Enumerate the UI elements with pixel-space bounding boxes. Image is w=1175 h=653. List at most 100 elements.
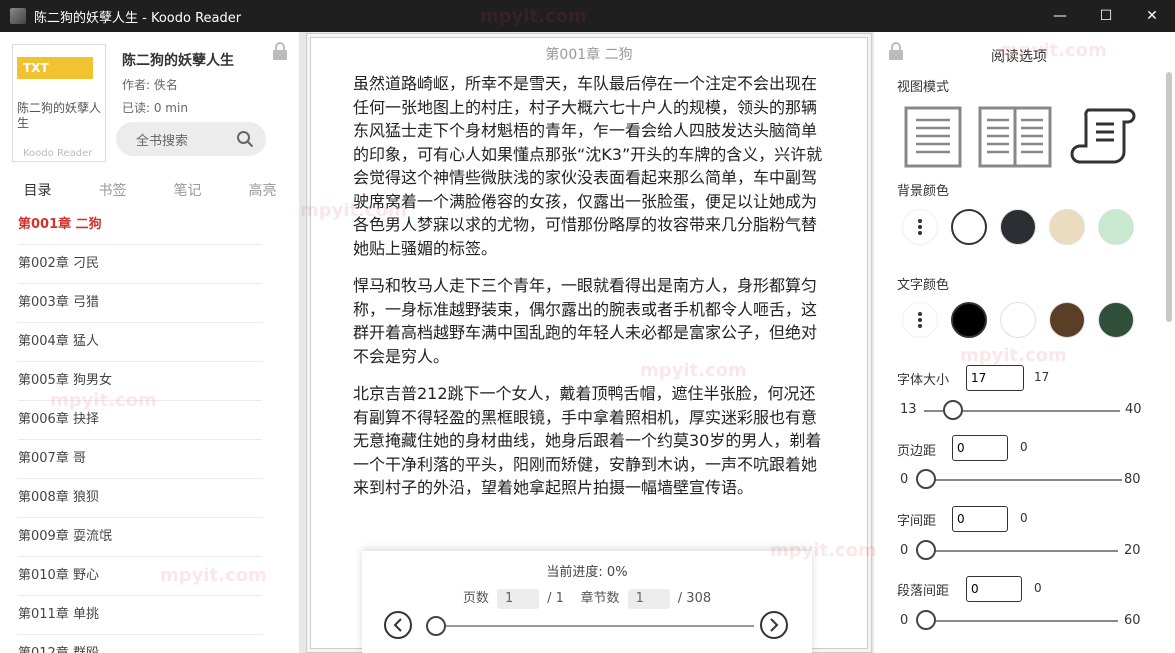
settings-title: 阅读选项 <box>991 49 1047 65</box>
text-color-swatch[interactable] <box>1000 302 1036 338</box>
view-mode-label: 视图模式 <box>897 80 950 95</box>
text-color-options <box>902 302 1147 338</box>
chapter-item[interactable]: 第008章 狼狈 <box>18 479 262 518</box>
lock-icon[interactable] <box>272 42 288 60</box>
book-title: 陈二狗的妖孽人生 <box>122 53 234 69</box>
bg-color-label: 背景颜色 <box>897 184 950 199</box>
close-button[interactable]: ✕ <box>1129 0 1175 32</box>
cover-format-tag: TXT <box>17 57 93 79</box>
search-placeholder: 全书搜索 <box>136 133 189 149</box>
bg-color-swatch[interactable] <box>1049 209 1085 245</box>
chapter-item[interactable]: 第010章 野心 <box>18 557 262 596</box>
book-search-input[interactable]: 全书搜索 <box>116 122 266 156</box>
chapter-item[interactable]: 第006章 抉择 <box>18 401 262 440</box>
tab-contents[interactable]: 目录 <box>0 178 75 204</box>
bg-color-swatch[interactable] <box>1000 209 1036 245</box>
app-icon <box>10 8 26 24</box>
paragraph-spacing-max: 60 <box>1124 613 1141 628</box>
window-titlebar: 陈二狗的妖孽人生 - Koodo Reader — ☐ ✕ <box>0 0 1175 32</box>
chapter-item[interactable]: 第004章 猛人 <box>18 323 262 362</box>
search-icon[interactable] <box>236 130 254 148</box>
navigation-sidebar: TXT 陈二狗的妖孽人生 Koodo Reader 陈二狗的妖孽人生 作者: 佚… <box>0 32 300 653</box>
chapter-item[interactable]: 第001章 二狗 <box>18 206 262 245</box>
scroll-mode-icon[interactable] <box>1070 106 1136 168</box>
paragraph-spacing-min: 0 <box>900 613 909 628</box>
letter-spacing-min: 0 <box>900 543 909 558</box>
bg-color-options <box>902 209 1147 245</box>
book-meta: 陈二狗的妖孽人生 作者: 佚名 已读: 0 min <box>122 50 234 116</box>
font-size-label: 字体大小 <box>897 373 950 388</box>
chapter-item[interactable]: 第009章 耍流氓 <box>18 518 262 557</box>
paragraph: 北京吉普212跳下一个女人，戴着顶鸭舌帽，遮住半张脸，何况还有副算不得轻盈的黑框… <box>353 384 822 497</box>
tab-notes[interactable]: 笔记 <box>150 178 225 204</box>
text-color-swatch[interactable] <box>1049 302 1085 338</box>
settings-scrollbar[interactable] <box>1166 72 1172 322</box>
font-size-min: 13 <box>900 402 917 417</box>
letter-spacing-max: 20 <box>1124 543 1141 558</box>
tab-bookmarks[interactable]: 书签 <box>75 178 150 204</box>
chapter-list: 第001章 二狗 第002章 刁民 第003章 弓猎 第004章 猛人 第005… <box>0 206 299 653</box>
chapter-item[interactable]: 第011章 单挑 <box>18 596 262 635</box>
margin-track[interactable] <box>926 479 1122 481</box>
chapter-item[interactable]: 第005章 狗男女 <box>18 362 262 401</box>
page-total: / 1 <box>547 591 564 606</box>
margin-label: 页边距 <box>897 444 937 459</box>
window-controls: — ☐ ✕ <box>1037 0 1175 32</box>
progress-track[interactable] <box>434 625 754 627</box>
chapter-input[interactable]: 1 <box>627 589 670 609</box>
chapter-label: 章节数 <box>580 591 620 606</box>
paragraph: 悍马和牧马人走下三个青年，一眼就看得出是南方人，身形都算匀称，一身标准越野装束，… <box>353 276 818 366</box>
letter-spacing-slider-thumb[interactable] <box>916 540 936 560</box>
font-size-input[interactable]: 17 <box>966 365 1024 391</box>
chapter-item[interactable]: 第002章 刁民 <box>18 245 262 284</box>
prev-chapter-button[interactable] <box>384 611 412 639</box>
reader-area: 第001章 二狗 虽然道路崎岖，所幸不是雪天，车队最后停在一个注定不会出现在任何… <box>300 32 874 653</box>
page-input[interactable]: 1 <box>497 589 540 609</box>
paragraph: 虽然道路崎岖，所幸不是雪天，车队最后停在一个注定不会出现在任何一张地图上的村庄，… <box>353 74 823 258</box>
chapter-item[interactable]: 第003章 弓猎 <box>18 284 262 323</box>
progress-panel: 当前进度: 0% 页数 1 / 1 章节数 1 / 308 <box>362 551 812 653</box>
bg-color-swatch[interactable] <box>951 209 987 245</box>
progress-numbers: 页数 1 / 1 章节数 1 / 308 <box>362 587 812 609</box>
paragraph-spacing-value: 0 <box>1034 581 1042 595</box>
more-colors-icon[interactable] <box>902 302 938 338</box>
cover-brand: Koodo Reader <box>23 148 93 159</box>
book-cover: TXT 陈二狗的妖孽人生 Koodo Reader <box>12 44 106 162</box>
chapter-item[interactable]: 第012章 群殴 <box>18 635 262 653</box>
window-title: 陈二狗的妖孽人生 - Koodo Reader <box>34 10 242 26</box>
margin-max: 80 <box>1124 472 1141 487</box>
single-page-mode-icon[interactable] <box>904 106 962 168</box>
bg-color-swatch[interactable] <box>1098 209 1134 245</box>
margin-input[interactable]: 0 <box>952 435 1008 461</box>
cover-title: 陈二狗的妖孽人生 <box>17 101 102 130</box>
more-colors-icon[interactable] <box>902 209 938 245</box>
text-color-swatch[interactable] <box>951 302 987 338</box>
letter-spacing-label: 字间距 <box>897 514 937 529</box>
chapter-header: 第001章 二狗 <box>545 47 633 63</box>
letter-spacing-track[interactable] <box>926 550 1118 552</box>
font-size-slider-thumb[interactable] <box>943 400 964 420</box>
next-chapter-button[interactable] <box>760 611 788 639</box>
font-size-value: 17 <box>1034 370 1050 384</box>
letter-spacing-value: 0 <box>1020 511 1028 525</box>
chevron-right-icon <box>770 618 779 632</box>
read-time: 已读: 0 min <box>122 101 188 115</box>
text-color-swatch[interactable] <box>1098 302 1134 338</box>
margin-slider-thumb[interactable] <box>916 469 936 489</box>
paragraph-spacing-input[interactable]: 0 <box>966 576 1022 602</box>
tab-highlights[interactable]: 高亮 <box>225 178 299 204</box>
maximize-button[interactable]: ☐ <box>1083 0 1129 32</box>
paragraph-spacing-track[interactable] <box>926 620 1118 622</box>
double-page-mode-icon[interactable] <box>978 106 1052 168</box>
minimize-button[interactable]: — <box>1037 0 1083 32</box>
page-content: 虽然道路崎岖，所幸不是雪天，车队最后停在一个注定不会出现在任何一张地图上的村庄，… <box>353 72 825 514</box>
chapter-item[interactable]: 第007章 哥 <box>18 440 262 479</box>
progress-status: 当前进度: 0% <box>546 565 628 580</box>
letter-spacing-input[interactable]: 0 <box>952 506 1008 532</box>
reading-settings-panel: 阅读选项 视图模式 背景颜色 文字颜色 字体大小 17 17 13 40 页边距… <box>874 32 1175 653</box>
paragraph-spacing-slider-thumb[interactable] <box>916 610 936 630</box>
book-author: 作者: 佚名 <box>122 78 178 92</box>
page-label: 页数 <box>462 591 489 606</box>
margin-value: 0 <box>1020 440 1028 454</box>
progress-slider-thumb[interactable] <box>426 616 446 636</box>
